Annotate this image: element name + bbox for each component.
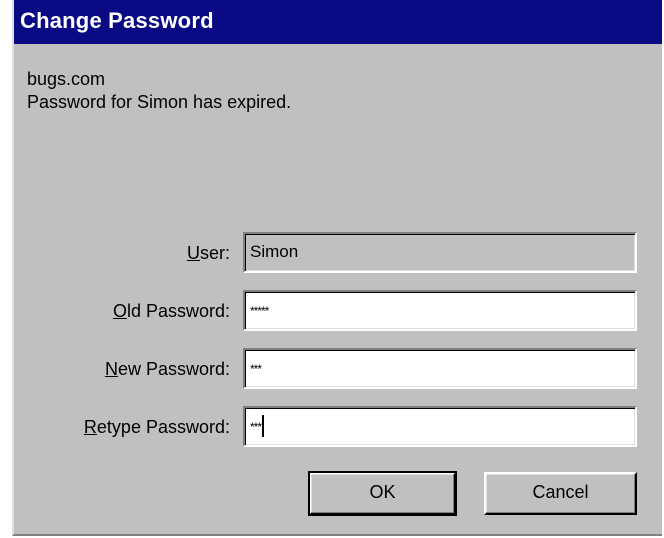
ok-button[interactable]: OK: [308, 471, 457, 516]
expired-message: Password for Simon has expired.: [27, 92, 292, 112]
user-field: Simon: [243, 232, 637, 273]
title-bar[interactable]: Change Password: [14, 0, 662, 44]
old-password-label: Old Password:: [113, 301, 230, 322]
old-password-label-accelerator: O: [112, 301, 127, 321]
domain-text: bugs.com: [27, 69, 106, 89]
new-password-value: ***: [250, 362, 262, 376]
change-password-dialog: Change Password bugs.com Password for Si…: [12, 0, 662, 536]
old-password-input[interactable]: *****: [243, 290, 637, 331]
user-label-text: ser:: [199, 243, 230, 263]
new-password-label: New Password:: [105, 359, 230, 380]
new-password-label-accelerator: N: [104, 359, 118, 379]
retype-password-label: Retype Password:: [84, 417, 230, 438]
retype-password-value: ***: [250, 420, 262, 434]
retype-password-label-accelerator: R: [83, 417, 97, 437]
new-password-input[interactable]: ***: [243, 348, 637, 389]
user-label: User:: [187, 243, 230, 264]
retype-password-input[interactable]: ***: [243, 406, 637, 447]
message-area: bugs.com Password for Simon has expired.: [27, 68, 291, 114]
user-label-accelerator: U: [186, 243, 200, 263]
new-password-label-text: ew Password:: [117, 359, 230, 379]
text-cursor: [262, 414, 265, 437]
old-password-label-text: ld Password:: [126, 301, 230, 321]
cancel-button[interactable]: Cancel: [484, 472, 637, 515]
retype-password-label-text: etype Password:: [96, 417, 230, 437]
old-password-value: *****: [250, 304, 269, 318]
window-title: Change Password: [20, 8, 214, 33]
